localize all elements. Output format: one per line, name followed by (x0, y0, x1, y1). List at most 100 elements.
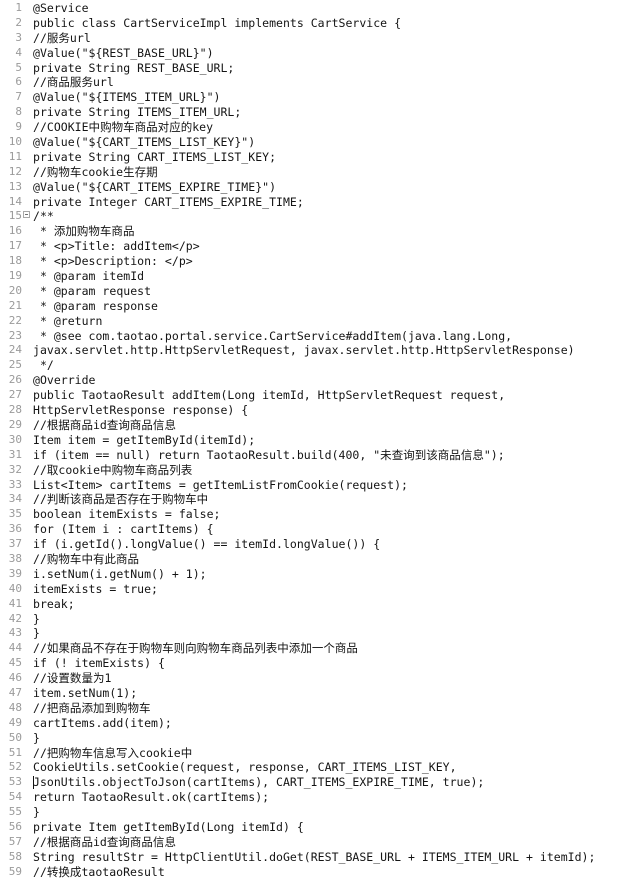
code-line[interactable]: 53 JsonUtils.objectToJson(cartItems), CAR… (0, 775, 624, 790)
line-number: 56 (8, 819, 22, 833)
line-number: 49 (8, 715, 22, 729)
code-line[interactable]: 45 if (! itemExists) { (0, 656, 624, 671)
line-number: 40 (8, 581, 22, 595)
code-line[interactable]: 43} (0, 626, 624, 641)
code-line[interactable]: 54 return TaotaoResult.ok(cartItems); (0, 790, 624, 805)
code-line-text: * <p>Description: </p> (33, 254, 193, 269)
code-line[interactable]: 39 i.setNum(i.getNum() + 1); (0, 567, 624, 582)
code-line[interactable]: 19 * @param itemId (0, 269, 624, 284)
code-line[interactable]: 59 //转换成taotaoResult (0, 865, 624, 880)
code-line-text: itemExists = true; (33, 581, 158, 596)
line-number: 55 (8, 805, 22, 819)
code-line[interactable]: 10 @Value("${CART_ITEMS_LIST_KEY}") (0, 135, 624, 150)
line-number: 10 (8, 135, 22, 149)
code-fold-collapse-icon[interactable] (23, 210, 30, 218)
code-line[interactable]: 47 item.setNum(1); (0, 686, 624, 701)
code-line[interactable]: 40 itemExists = true; (0, 582, 624, 597)
code-line[interactable]: 26 @Override (0, 373, 624, 388)
code-line-text: private Integer CART_ITEMS_EXPIRE_TIME; (33, 194, 304, 209)
code-line-text: HttpServletResponse response) { (33, 403, 249, 418)
line-number: 9 (15, 120, 22, 134)
code-line-text: if (! itemExists) { (33, 656, 165, 671)
line-number: 14 (8, 194, 22, 208)
code-line[interactable]: 5 private String REST_BASE_URL; (0, 61, 624, 76)
code-line[interactable]: 58 String resultStr = HttpClientUtil.doGe… (0, 850, 624, 865)
code-line[interactable]: 16 * 添加购物车商品 (0, 224, 624, 239)
code-line[interactable]: 7 @Value("${ITEMS_ITEM_URL}") (0, 90, 624, 105)
code-line[interactable]: 34 //判断该商品是否存在于购物车中 (0, 492, 624, 507)
code-line[interactable]: 32 //取cookie中购物车商品列表 (0, 463, 624, 478)
code-line[interactable]: 11 private String CART_ITEMS_LIST_KEY; (0, 150, 624, 165)
code-line[interactable]: 35 boolean itemExists = false; (0, 507, 624, 522)
code-line[interactable]: 41 break; (0, 597, 624, 612)
code-line[interactable]: 18 * <p>Description: </p> (0, 254, 624, 269)
code-line-text: boolean itemExists = false; (33, 507, 221, 522)
code-line-text: JsonUtils.objectToJson(cartItems), CART_… (33, 775, 485, 790)
code-line-text: //取cookie中购物车商品列表 (33, 462, 193, 477)
code-line-text: //根据商品id查询商品信息 (33, 834, 176, 849)
code-line[interactable]: 13 @Value("${CART_ITEMS_EXPIRE_TIME}") (0, 180, 624, 195)
code-line[interactable]: 15 /** (0, 209, 624, 224)
code-line[interactable]: 31 if (item == null) return TaotaoResult.… (0, 448, 624, 463)
code-line[interactable]: 14 private Integer CART_ITEMS_EXPIRE_TIME… (0, 195, 624, 210)
code-line[interactable]: 25 */ (0, 358, 624, 373)
code-line[interactable]: 30 Item item = getItemById(itemId); (0, 433, 624, 448)
code-line[interactable]: 52 CookieUtils.setCookie(request, respons… (0, 760, 624, 775)
code-line[interactable]: 4 @Value("${REST_BASE_URL}") (0, 46, 624, 61)
code-editor[interactable]: 1 @Service 2 public class CartServiceImpl i… (0, 0, 624, 885)
code-line-text: String resultStr = HttpClientUtil.doGet(… (33, 849, 596, 864)
code-line[interactable]: 38 //购物车中有此商品 (0, 552, 624, 567)
code-line[interactable]: 9 //COOKIE中购物车商品对应的key (0, 120, 624, 135)
code-line[interactable]: 3 //服务url (0, 31, 624, 46)
code-line[interactable]: 56 private Item getItemById(Long itemId) … (0, 820, 624, 835)
line-number: 44 (8, 641, 22, 655)
code-line-text: @Value("${CART_ITEMS_EXPIRE_TIME}") (33, 179, 277, 194)
code-line-text: public TaotaoResult addItem(Long itemId,… (33, 388, 506, 403)
line-number: 17 (8, 239, 22, 253)
code-line[interactable]: 2 public class CartServiceImpl implements… (0, 16, 624, 31)
code-line[interactable]: 29 //根据商品id查询商品信息 (0, 418, 624, 433)
code-line[interactable]: 28 HttpServletResponse response) { (0, 403, 624, 418)
code-line[interactable]: 20 * @param request (0, 284, 624, 299)
code-line[interactable]: 33 List<Item> cartItems = getItemListFrom… (0, 478, 624, 493)
line-number: 3 (15, 30, 22, 44)
code-line-text: item.setNum(1); (33, 685, 138, 700)
code-line-text: //把商品添加到购物车 (33, 700, 151, 715)
code-line[interactable]: 8 private String ITEMS_ITEM_URL; (0, 105, 624, 120)
code-line-text: //把购物车信息写入cookie中 (33, 745, 193, 760)
code-line[interactable]: 24 javax.servlet.http.HttpServletRequest,… (0, 343, 624, 358)
code-line-text: private String CART_ITEMS_LIST_KEY; (33, 149, 277, 164)
code-line-text: if (item == null) return TaotaoResult.bu… (33, 447, 505, 462)
code-line-text: Item item = getItemById(itemId); (33, 432, 256, 447)
code-line[interactable]: 22 * @return (0, 314, 624, 329)
code-line-text: } (33, 626, 40, 641)
code-line-text: /** (33, 209, 54, 224)
line-number: 43 (8, 626, 22, 640)
code-line[interactable]: 50} (0, 731, 624, 746)
code-line[interactable]: 17 * <p>Title: addItem</p> (0, 239, 624, 254)
code-line-text: if (i.getId().longValue() == itemId.long… (33, 537, 381, 552)
code-line[interactable]: 49 cartItems.add(item); (0, 716, 624, 731)
code-line-text: //判断该商品是否存在于购物车中 (33, 492, 209, 507)
code-line-text: * @return (33, 313, 103, 328)
code-line[interactable]: 55} (0, 805, 624, 820)
code-line[interactable]: 6 //商品服务url (0, 75, 624, 90)
code-line-text: private Item getItemById(Long itemId) { (33, 819, 304, 834)
code-line[interactable]: 27 public TaotaoResult addItem(Long itemI… (0, 388, 624, 403)
code-line[interactable]: 44 //如果商品不存在于购物车则向购物车商品列表中添加一个商品 (0, 641, 624, 656)
code-line-text: * @param itemId (33, 269, 145, 284)
code-line[interactable]: 21 * @param response (0, 299, 624, 314)
code-line[interactable]: 46 //设置数量为1 (0, 671, 624, 686)
line-number: 4 (15, 45, 22, 59)
code-line[interactable]: 36 for (Item i : cartItems) { (0, 522, 624, 537)
code-line[interactable]: 37 if (i.getId().longValue() == itemId.lo… (0, 537, 624, 552)
code-line-text: break; (33, 596, 75, 611)
code-line[interactable]: 51 //把购物车信息写入cookie中 (0, 746, 624, 761)
code-line[interactable]: 23 * @see com.taotao.portal.service.Cart… (0, 329, 624, 344)
line-number: 23 (8, 328, 22, 342)
code-line[interactable]: 12 //购物车cookie生存期 (0, 165, 624, 180)
code-line[interactable]: 1 @Service (0, 1, 624, 16)
code-line[interactable]: 48 //把商品添加到购物车 (0, 701, 624, 716)
code-line[interactable]: 57 //根据商品id查询商品信息 (0, 835, 624, 850)
code-line[interactable]: 42} (0, 612, 624, 627)
